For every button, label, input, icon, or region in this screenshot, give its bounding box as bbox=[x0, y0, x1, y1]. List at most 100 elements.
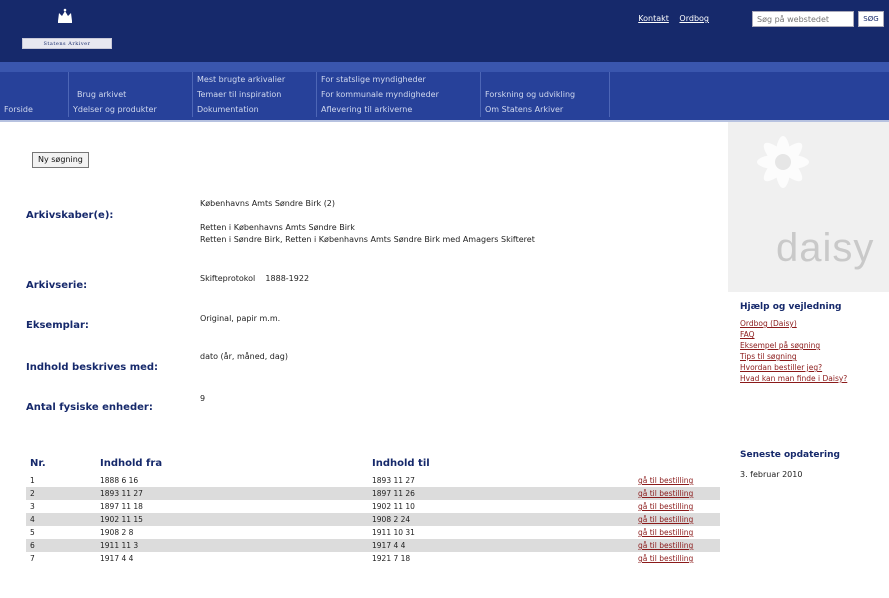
daisy-logo: daisy bbox=[776, 226, 875, 270]
order-link[interactable]: gå til bestilling bbox=[638, 513, 693, 526]
nav-item-popular[interactable]: Mest brugte arkivalier bbox=[193, 72, 316, 87]
archive-creator-blank bbox=[200, 210, 535, 222]
latest-update-date: 3. februar 2010 bbox=[740, 470, 803, 479]
nav-column-5: Forskning og udvikling Om Statens Arkive… bbox=[480, 72, 610, 117]
copy-label: Eksemplar: bbox=[26, 320, 89, 331]
cell-to: 1921 7 18 bbox=[372, 554, 411, 563]
help-link-how-to-order[interactable]: Hvordan bestiller jeg? bbox=[740, 362, 847, 373]
main-nav: Forside Brug arkivet Ydelser og produkte… bbox=[0, 62, 889, 120]
order-link[interactable]: gå til bestilling bbox=[638, 500, 693, 513]
cell-nr: 3 bbox=[30, 502, 35, 511]
archive-series-value: Skifteprotokol 1888-1922 bbox=[200, 274, 310, 283]
nav-item-delivery[interactable]: Aflevering til arkiverne bbox=[317, 102, 480, 117]
nav-item-services[interactable]: Ydelser og produkter bbox=[69, 102, 192, 117]
nav-column-2: Brug arkivet Ydelser og produkter bbox=[68, 72, 192, 117]
header-from: Indhold fra bbox=[100, 458, 163, 469]
main-content: Ny søgning Arkivskaber(e): Københavns Am… bbox=[0, 122, 728, 598]
nav-item-empty bbox=[481, 72, 609, 87]
nav-item-empty bbox=[0, 72, 68, 87]
search-input[interactable] bbox=[752, 11, 854, 27]
cell-to: 1917 4 4 bbox=[372, 541, 406, 550]
site-logo[interactable]: Statens Arkiver bbox=[20, 8, 115, 52]
search-button[interactable]: SØG bbox=[858, 11, 884, 27]
cell-to: 1897 11 26 bbox=[372, 489, 415, 498]
help-link-dictionary[interactable]: Ordbog (Daisy) bbox=[740, 318, 847, 329]
cell-from: 1917 4 4 bbox=[100, 554, 134, 563]
cell-from: 1893 11 27 bbox=[100, 489, 143, 498]
nav-column-3: Mest brugte arkivalier Temaer til inspir… bbox=[192, 72, 316, 117]
table-row: 6 1911 11 3 1917 4 4 gå til bestilling bbox=[26, 539, 720, 552]
table-row: 5 1908 2 8 1911 10 31 gå til bestilling bbox=[26, 526, 720, 539]
help-heading: Hjælp og vejledning bbox=[740, 302, 842, 312]
nav-column-1: Forside bbox=[0, 72, 68, 117]
archive-series-label: Arkivserie: bbox=[26, 280, 88, 291]
record-table: Nr. Indhold fra Indhold til 1 1888 6 16 18… bbox=[26, 452, 720, 565]
nav-item-documentation[interactable]: Dokumentation bbox=[193, 102, 316, 117]
content-described-label: Indhold beskrives med: bbox=[26, 362, 159, 373]
cell-nr: 5 bbox=[30, 528, 35, 537]
archive-creator-line: Retten i Københavns Amts Søndre Birk bbox=[200, 223, 355, 232]
physical-units-value: 9 bbox=[200, 394, 206, 403]
nav-item-about[interactable]: Om Statens Arkiver bbox=[481, 102, 609, 117]
cell-nr: 1 bbox=[30, 476, 35, 485]
header-to: Indhold til bbox=[372, 458, 430, 469]
cell-nr: 7 bbox=[30, 554, 35, 563]
nav-item-municipal-authorities[interactable]: For kommunale myndigheder bbox=[317, 87, 480, 102]
cell-from: 1888 6 16 bbox=[100, 476, 139, 485]
cell-from: 1908 2 8 bbox=[100, 528, 134, 537]
nav-item-themes[interactable]: Temaer til inspiration bbox=[193, 87, 316, 102]
order-link[interactable]: gå til bestilling bbox=[638, 526, 693, 539]
order-link[interactable]: gå til bestilling bbox=[638, 474, 693, 487]
help-link-search-tips[interactable]: Tips til søgning bbox=[740, 351, 847, 362]
crown-icon bbox=[58, 8, 72, 23]
nav-item-empty bbox=[0, 87, 68, 102]
archive-creator-link: Københavns Amts Søndre Birk (2) bbox=[200, 199, 336, 208]
help-link-what-can-be-found[interactable]: Hvad kan man finde i Daisy? bbox=[740, 373, 847, 384]
new-search-button[interactable]: Ny søgning bbox=[32, 152, 89, 168]
help-link-search-example[interactable]: Eksempel på søgning bbox=[740, 340, 847, 351]
nav-item-research[interactable]: Forskning og udvikling bbox=[481, 87, 609, 102]
cell-from: 1902 11 15 bbox=[100, 515, 143, 524]
order-link[interactable]: gå til bestilling bbox=[638, 487, 693, 500]
order-link[interactable]: gå til bestilling bbox=[638, 552, 693, 565]
cell-nr: 2 bbox=[30, 489, 35, 498]
table-row: 4 1902 11 15 1908 2 24 gå til bestilling bbox=[26, 513, 720, 526]
cell-to: 1911 10 31 bbox=[372, 528, 415, 537]
nav-strip bbox=[0, 62, 889, 72]
top-links: Kontakt Ordbog bbox=[630, 14, 709, 23]
site-header: Statens Arkiver Kontakt Ordbog SØG bbox=[0, 0, 889, 62]
archive-creator-line: Retten i Søndre Birk, Retten i København… bbox=[200, 235, 535, 244]
nav-item-home[interactable]: Forside bbox=[0, 102, 68, 117]
cell-to: 1908 2 24 bbox=[372, 515, 411, 524]
help-link-faq[interactable]: FAQ bbox=[740, 329, 847, 340]
nav-column-4: For statslige myndigheder For kommunale … bbox=[316, 72, 480, 117]
cell-to: 1893 11 27 bbox=[372, 476, 415, 485]
sidebar: daisy Hjælp og vejledning Ordbog (Daisy)… bbox=[728, 122, 889, 598]
copy-value: Original, papir m.m. bbox=[200, 314, 281, 323]
cell-nr: 6 bbox=[30, 541, 35, 550]
table-row: 2 1893 11 27 1897 11 26 gå til bestilling bbox=[26, 487, 720, 500]
table-body: 1 1888 6 16 1893 11 27 gå til bestilling 2 18… bbox=[26, 474, 720, 565]
latest-update-heading: Seneste opdatering bbox=[740, 450, 840, 460]
archive-creator-value: Københavns Amts Søndre Birk (2) Retten i… bbox=[200, 198, 535, 246]
cell-nr: 4 bbox=[30, 515, 35, 524]
table-row: 7 1917 4 4 1921 7 18 gå til bestilling bbox=[26, 552, 720, 565]
cell-from: 1911 11 3 bbox=[100, 541, 139, 550]
daisy-banner: daisy bbox=[728, 122, 889, 292]
order-link[interactable]: gå til bestilling bbox=[638, 539, 693, 552]
nav-item-empty bbox=[69, 72, 192, 87]
table-row: 3 1897 11 18 1902 11 10 gå til bestilling bbox=[26, 500, 720, 513]
help-links: Ordbog (Daisy) FAQ Eksempel på søgning T… bbox=[740, 318, 847, 384]
cell-from: 1897 11 18 bbox=[100, 502, 143, 511]
physical-units-label: Antal fysiske enheder: bbox=[26, 402, 153, 413]
archive-creator-label: Arkivskaber(e): bbox=[26, 210, 114, 221]
table-row: 1 1888 6 16 1893 11 27 gå til bestilling bbox=[26, 474, 720, 487]
nav-item-use-archive[interactable]: Brug arkivet bbox=[69, 87, 192, 102]
cell-to: 1902 11 10 bbox=[372, 502, 415, 511]
contact-link[interactable]: Kontakt bbox=[638, 14, 669, 23]
dictionary-link[interactable]: Ordbog bbox=[679, 14, 709, 23]
header-nr: Nr. bbox=[30, 458, 46, 469]
nav-item-state-authorities[interactable]: For statslige myndigheder bbox=[317, 72, 480, 87]
table-header: Nr. Indhold fra Indhold til bbox=[26, 452, 720, 474]
logo-text: Statens Arkiver bbox=[22, 38, 112, 49]
